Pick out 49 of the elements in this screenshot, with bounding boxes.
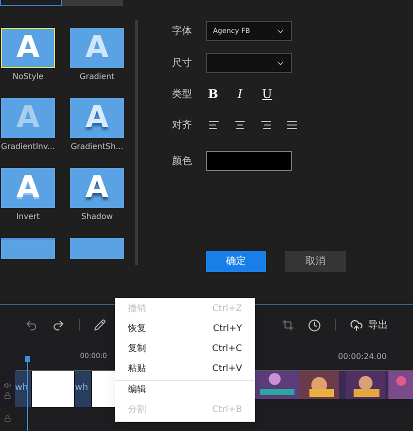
text-style-button[interactable]: U — [262, 85, 272, 103]
align-label: 对齐 — [172, 118, 192, 132]
style-thumbnail[interactable]: A — [1, 28, 55, 68]
style-thumbnail[interactable]: A — [1, 168, 55, 208]
style-label: GradientInv... — [1, 141, 55, 152]
menu-item[interactable]: 复制 Ctrl+C — [115, 340, 255, 360]
confirm-button[interactable]: 确定 — [206, 251, 266, 272]
align-icon[interactable] — [286, 119, 298, 131]
clock-icon[interactable] — [308, 318, 321, 332]
align-icon[interactable] — [234, 119, 246, 131]
sample-letter: A — [85, 103, 109, 133]
timecode: 00:00:24.00 — [338, 351, 387, 363]
crop-icon[interactable] — [282, 319, 294, 331]
align-icon[interactable] — [208, 119, 220, 131]
style-tab[interactable] — [0, 0, 62, 6]
sample-letter: A — [16, 103, 40, 133]
font-label: 字体 — [172, 24, 192, 38]
playhead[interactable] — [26, 356, 29, 431]
text-style-button[interactable]: B — [208, 85, 218, 103]
sample-letter: A — [16, 33, 40, 63]
cancel-button[interactable]: 取消 — [285, 251, 346, 272]
color-swatch[interactable] — [206, 151, 292, 171]
style-label: Gradient — [80, 71, 114, 82]
menu-item[interactable]: 恢复 Ctrl+Y — [115, 320, 255, 340]
lock-icon[interactable] — [4, 392, 11, 398]
lock-icon[interactable] — [4, 415, 11, 422]
color-label: 颜色 — [172, 154, 192, 168]
sample-letter: A — [85, 173, 109, 203]
cloud-upload-icon — [350, 318, 363, 332]
sample-letter: A — [85, 33, 109, 63]
menu-item[interactable]: 粘贴 Ctrl+V — [115, 360, 255, 380]
align-icon[interactable] — [260, 119, 272, 131]
menu-item[interactable]: 编辑 — [115, 381, 255, 401]
size-label: 尺寸 — [172, 56, 192, 70]
sample-letter: A — [16, 173, 40, 203]
style-label: NoStyle — [12, 71, 44, 82]
redo-icon[interactable] — [52, 318, 65, 332]
title-clip[interactable]: wh — [75, 371, 91, 407]
text-style-button[interactable]: I — [235, 85, 245, 103]
style-thumbnail[interactable]: A — [70, 168, 124, 208]
style-label: Shadow — [81, 211, 113, 222]
type-label: 类型 — [172, 88, 192, 102]
volume-icon[interactable] — [4, 382, 11, 388]
undo-icon[interactable] — [25, 318, 38, 332]
style-label: Invert — [16, 211, 40, 222]
style-label: GradientSh... — [70, 141, 124, 152]
export-button[interactable]: 导出 — [350, 318, 388, 332]
blank-clip[interactable] — [32, 371, 74, 407]
pencil-icon[interactable] — [94, 319, 106, 331]
